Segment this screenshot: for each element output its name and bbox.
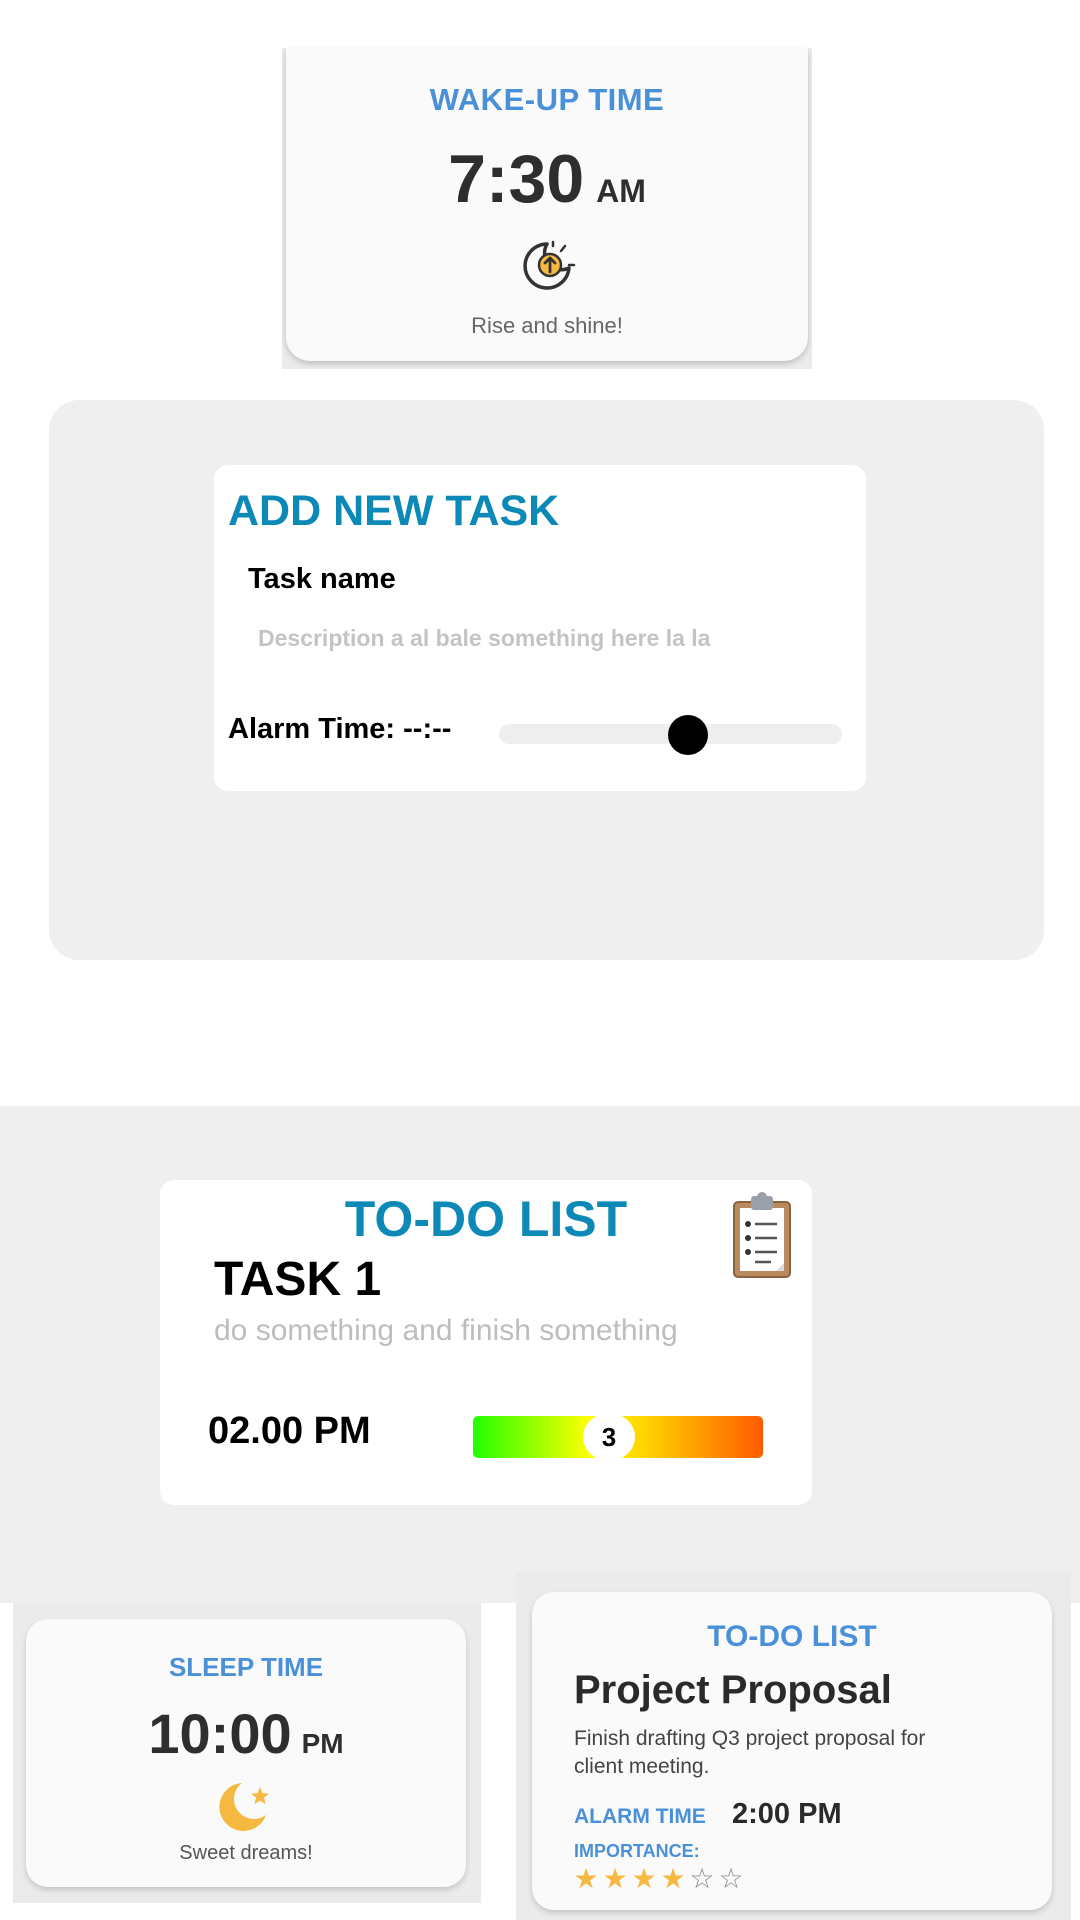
todo-card[interactable]: TO-DO LIST TASK 1 do something and finis… (160, 1180, 812, 1505)
moon-star-icon (219, 1783, 269, 1831)
todo-panel: TO-DO LIST TASK 1 do something and finis… (0, 1106, 1080, 1603)
add-task-card: ADD NEW TASK Task name Alarm Time: --:-- (214, 465, 866, 791)
project-card-frame: TO-DO LIST Project Proposal Finish draft… (516, 1573, 1071, 1920)
star-filled-icon[interactable]: ★ (659, 1864, 687, 1894)
wake-up-time-value: 7:30 (448, 141, 585, 217)
wake-up-time: 7:30 AM (286, 140, 808, 218)
sunrise-icon (523, 240, 576, 290)
sleep-time: 10:00 PM (26, 1701, 466, 1766)
project-card[interactable]: TO-DO LIST Project Proposal Finish draft… (532, 1592, 1052, 1910)
add-task-title: ADD NEW TASK (228, 487, 560, 535)
star-filled-icon[interactable]: ★ (630, 1864, 658, 1894)
importance-bar[interactable]: 3 (473, 1413, 763, 1461)
wake-up-message: Rise and shine! (471, 313, 623, 338)
importance-stars[interactable]: ★ ★ ★ ★ ☆ ☆ (572, 1864, 746, 1894)
task-time: 02.00 PM (208, 1410, 371, 1452)
sleep-card[interactable]: SLEEP TIME 10:00 PM Sweet dreams! (26, 1619, 466, 1887)
task-title: TASK 1 (214, 1253, 382, 1306)
task-description: do something and finish something (214, 1314, 678, 1347)
todo-title: TO-DO LIST (344, 1191, 628, 1247)
sleep-message: Sweet dreams! (179, 1842, 313, 1864)
sleep-ampm: PM (301, 1728, 344, 1759)
wake-up-card-frame: WAKE-UP TIME 7:30 AM Rise and shine! (282, 48, 812, 369)
project-alarm-label: ALARM TIME (574, 1805, 706, 1828)
star-empty-icon[interactable]: ☆ (717, 1864, 745, 1894)
project-importance-label: IMPORTANCE: (574, 1841, 700, 1861)
project-card-header: TO-DO LIST (707, 1620, 877, 1653)
description-input[interactable] (258, 625, 818, 652)
star-empty-icon[interactable]: ☆ (688, 1864, 716, 1894)
task-name-label[interactable]: Task name (248, 563, 396, 596)
wake-up-card[interactable]: WAKE-UP TIME 7:30 AM Rise and shine! (286, 48, 808, 361)
project-alarm-value: 2:00 PM (732, 1798, 842, 1830)
alarm-time-label: Alarm Time: --:-- (228, 713, 452, 745)
sleep-title: SLEEP TIME (168, 1652, 324, 1682)
add-task-panel: ADD NEW TASK Task name Alarm Time: --:-- (49, 400, 1044, 960)
importance-badge: 3 (583, 1413, 635, 1461)
project-title: Project Proposal (574, 1668, 892, 1712)
star-filled-icon[interactable]: ★ (572, 1864, 600, 1894)
sleep-card-frame: SLEEP TIME 10:00 PM Sweet dreams! (13, 1603, 481, 1903)
sleep-time-value: 10:00 (148, 1702, 292, 1765)
project-description: Finish drafting Q3 project proposal for … (574, 1727, 926, 1778)
alarm-time-slider-thumb[interactable] (667, 715, 708, 755)
star-filled-icon[interactable]: ★ (601, 1864, 629, 1894)
wake-up-title: WAKE-UP TIME (429, 82, 665, 117)
clipboard-icon (733, 1192, 791, 1278)
wake-up-ampm: AM (596, 173, 646, 209)
